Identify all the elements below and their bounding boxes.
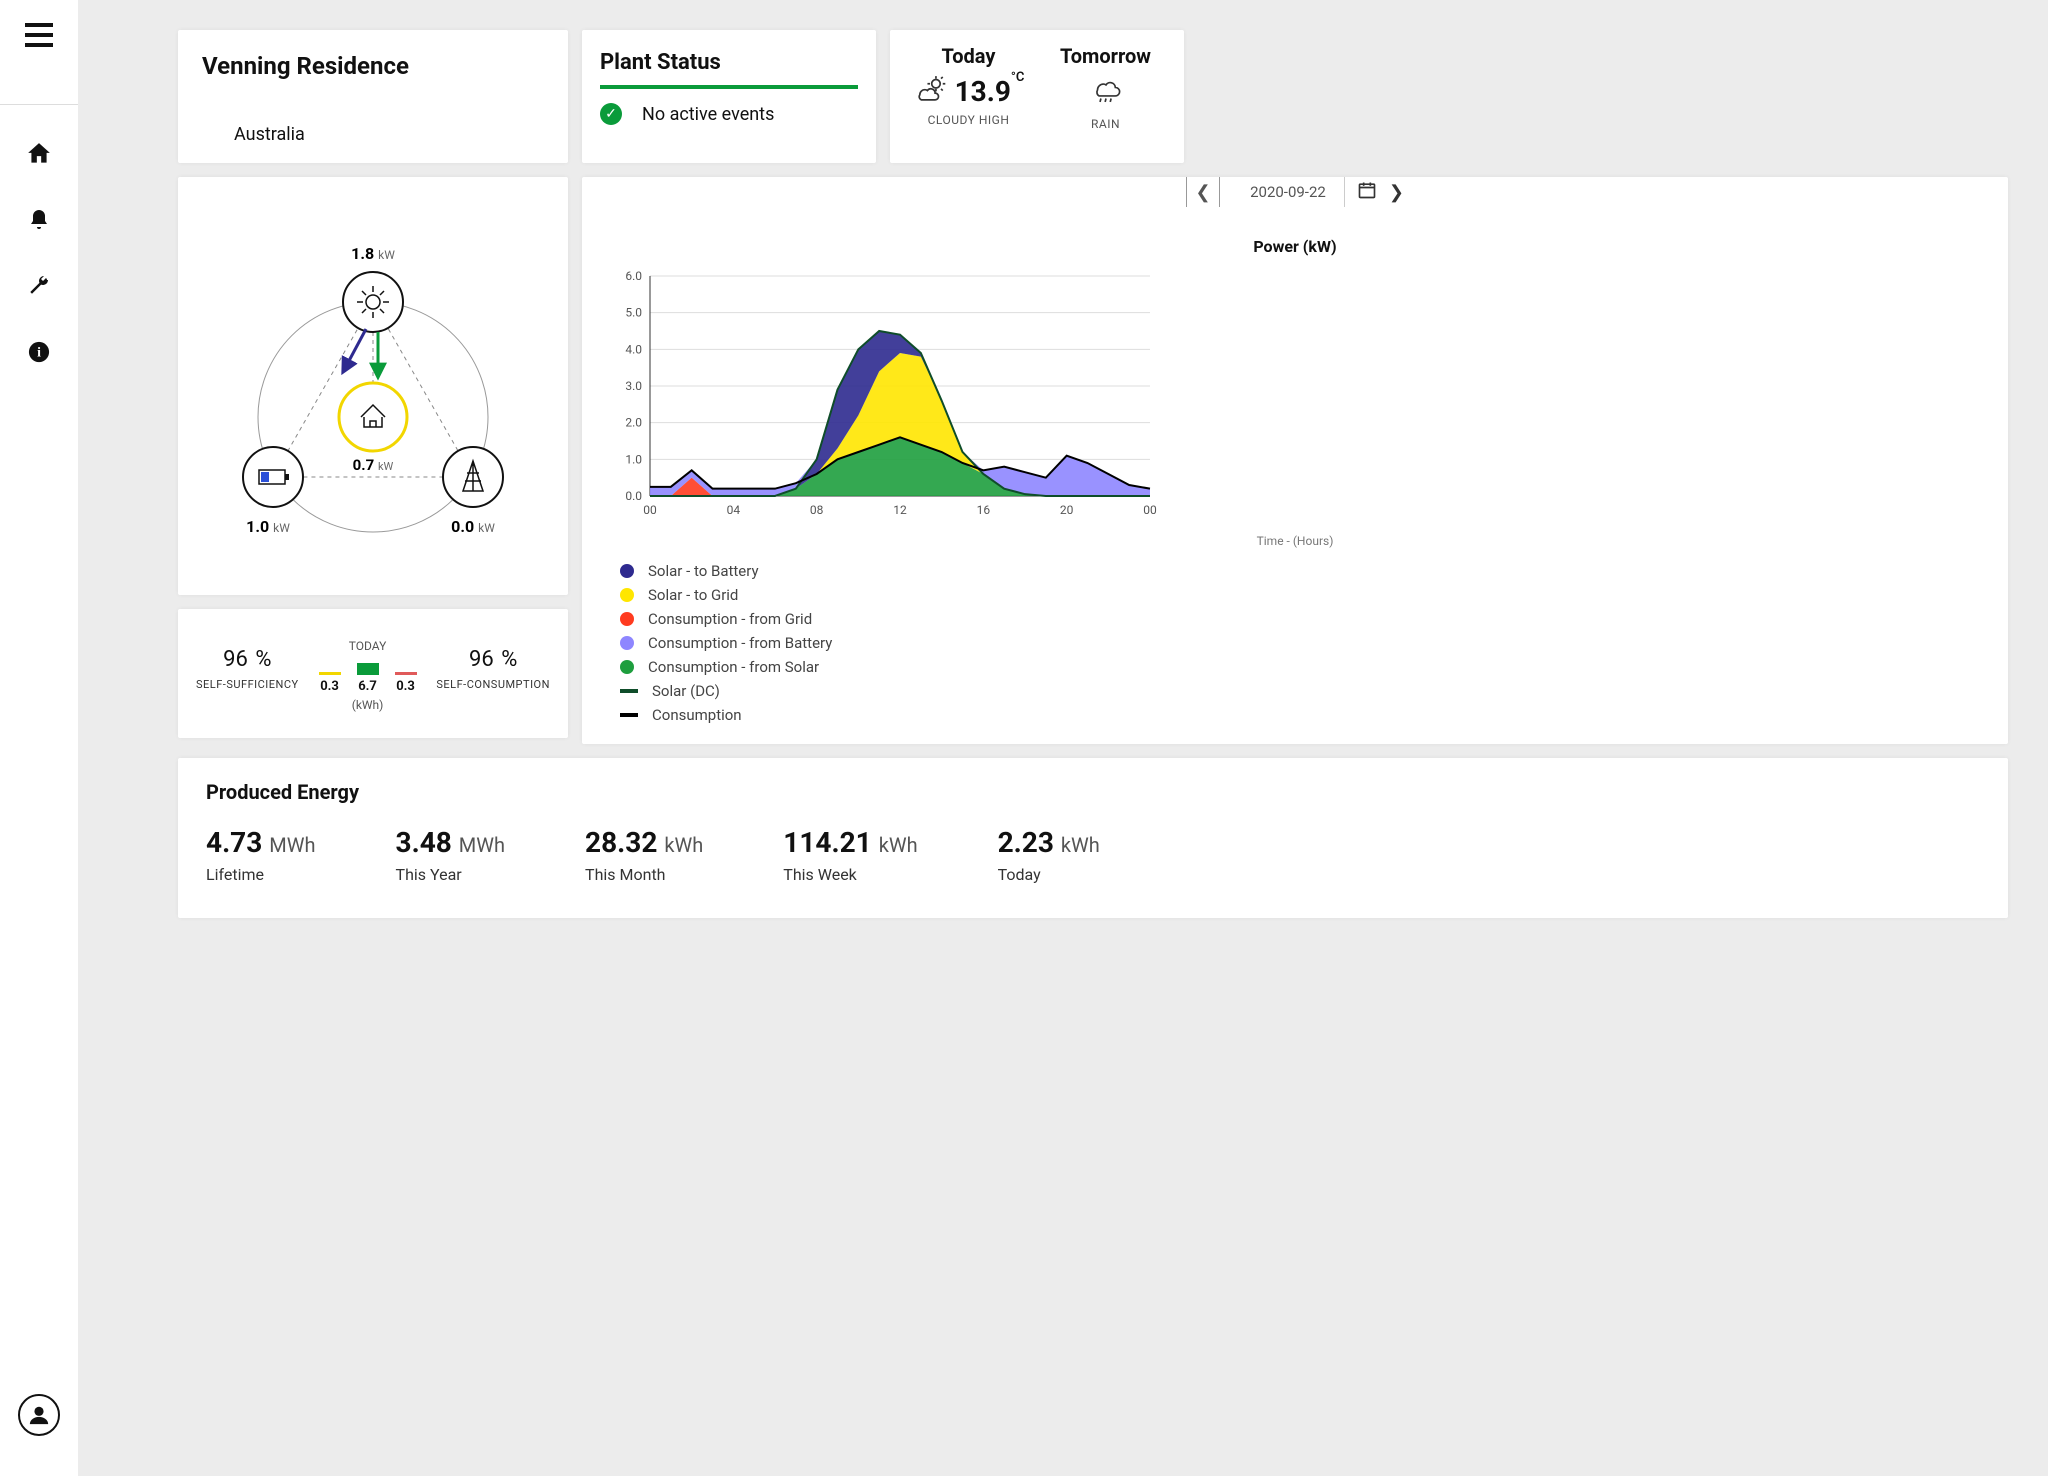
legend-item[interactable]: Solar (DC): [620, 682, 1990, 700]
svg-text:i: i: [37, 345, 41, 360]
weather-today-desc: CLOUDY HIGH: [928, 113, 1010, 127]
svg-text:0.0 kW: 0.0 kW: [451, 517, 495, 536]
produced-item: 2.23 kWhToday: [998, 826, 1100, 884]
svg-text:00: 00: [643, 503, 657, 517]
plant-status-card: Plant Status ✓ No active events: [582, 30, 876, 163]
self-metrics-card: 96 % SELF-SUFFICIENCY TODAY 0.36.70.3 (k…: [178, 609, 568, 738]
legend-item[interactable]: Consumption: [620, 706, 1990, 724]
svg-text:0.7 kW: 0.7 kW: [353, 456, 394, 474]
energy-flow-card: 1.8 kW 0.7 kW 1.0 kW 0.0 kW: [178, 177, 568, 595]
svg-text:1.0 kW: 1.0 kW: [246, 517, 290, 536]
today-unit: (kWh): [319, 698, 417, 712]
info-icon[interactable]: i: [22, 335, 56, 369]
svg-text:4.0: 4.0: [625, 342, 642, 356]
self-sufficiency-value: 96 %: [196, 639, 299, 674]
chart-legend: Solar - to Battery Solar - to Grid Consump…: [600, 562, 1990, 724]
legend-item[interactable]: Consumption - from Grid: [620, 610, 1990, 628]
date-display[interactable]: 2020-09-22: [1232, 177, 1345, 207]
status-title: Plant Status: [600, 50, 858, 75]
legend-item[interactable]: Consumption - from Battery: [620, 634, 1990, 652]
legend-item[interactable]: Solar - to Battery: [620, 562, 1990, 580]
svg-text:12: 12: [893, 503, 907, 517]
plant-title-card: Venning Residence Australia: [178, 30, 568, 163]
self-sufficiency-label: SELF-SUFFICIENCY: [196, 678, 299, 691]
svg-text:04: 04: [727, 503, 741, 517]
svg-text:5.0: 5.0: [625, 306, 642, 320]
svg-text:3.0: 3.0: [625, 379, 642, 393]
cloud-sun-icon: [913, 74, 947, 109]
divider: [0, 104, 78, 105]
status-message: No active events: [642, 104, 774, 125]
svg-text:6.0: 6.0: [625, 269, 642, 283]
check-icon: ✓: [600, 103, 622, 125]
menu-toggle-icon[interactable]: [22, 18, 56, 52]
svg-text:2.0: 2.0: [625, 416, 642, 430]
home-icon[interactable]: [22, 137, 56, 171]
today-bars: 0.36.70.3: [319, 663, 417, 694]
chart-title: Power (kW): [600, 237, 1990, 256]
svg-text:16: 16: [977, 503, 991, 517]
svg-text:20: 20: [1060, 503, 1074, 517]
produced-energy-card: Produced Energy 4.73 MWhLifetime 3.48 MWh…: [178, 758, 2008, 918]
weather-tomorrow-desc: RAIN: [1091, 117, 1120, 131]
produced-item: 28.32 kWhThis Month: [585, 826, 703, 884]
main-content: Venning Residence Australia Plant Status…: [78, 0, 2048, 1476]
plant-location: Australia: [202, 124, 544, 145]
weather-today-temp: 13.9°C: [955, 75, 1025, 108]
legend-item[interactable]: Consumption - from Solar: [620, 658, 1990, 676]
power-chart[interactable]: 0.0 1.0 2.0 3.0 4.0 5.0 6.0 00 04 08 12 16 20 00: [600, 266, 1160, 526]
status-underline: [600, 85, 858, 89]
rain-icon: [1089, 74, 1123, 113]
bell-icon[interactable]: [22, 203, 56, 237]
plant-name: Venning Residence: [202, 52, 544, 80]
weather-tomorrow-label: Tomorrow: [1060, 44, 1151, 68]
date-next-button[interactable]: ❯: [1389, 182, 1404, 203]
svg-text:0.0: 0.0: [625, 489, 642, 503]
produced-title: Produced Energy: [206, 780, 1980, 804]
energy-flow-diagram: 1.8 kW 0.7 kW 1.0 kW 0.0 kW: [178, 177, 568, 595]
produced-item: 4.73 MWhLifetime: [206, 826, 316, 884]
svg-text:00: 00: [1143, 503, 1157, 517]
self-consumption-label: SELF-CONSUMPTION: [436, 678, 550, 691]
user-icon[interactable]: [18, 1394, 60, 1436]
weather-card: Today 13.9°C CLOUDY HIGH Tomorrow: [890, 30, 1184, 163]
date-prev-button[interactable]: ❮: [1186, 177, 1220, 207]
chart-xlabel: Time - (Hours): [600, 534, 1990, 548]
power-chart-card: ❮ 2020-09-22 ❯ Power (kW) 0.0 1.0 2.0 3.0 4.…: [582, 177, 2008, 744]
produced-item: 3.48 MWhThis Year: [396, 826, 506, 884]
wrench-icon[interactable]: [22, 269, 56, 303]
calendar-icon[interactable]: [1357, 180, 1377, 205]
legend-item[interactable]: Solar - to Grid: [620, 586, 1990, 604]
today-label: TODAY: [319, 639, 417, 653]
self-consumption-value: 96 %: [436, 639, 550, 674]
sidebar: i: [0, 0, 78, 1476]
svg-text:1.8 kW: 1.8 kW: [351, 244, 395, 263]
svg-text:08: 08: [810, 503, 824, 517]
weather-today-label: Today: [942, 44, 996, 68]
svg-text:1.0: 1.0: [625, 452, 642, 466]
produced-item: 114.21 kWhThis Week: [783, 826, 917, 884]
